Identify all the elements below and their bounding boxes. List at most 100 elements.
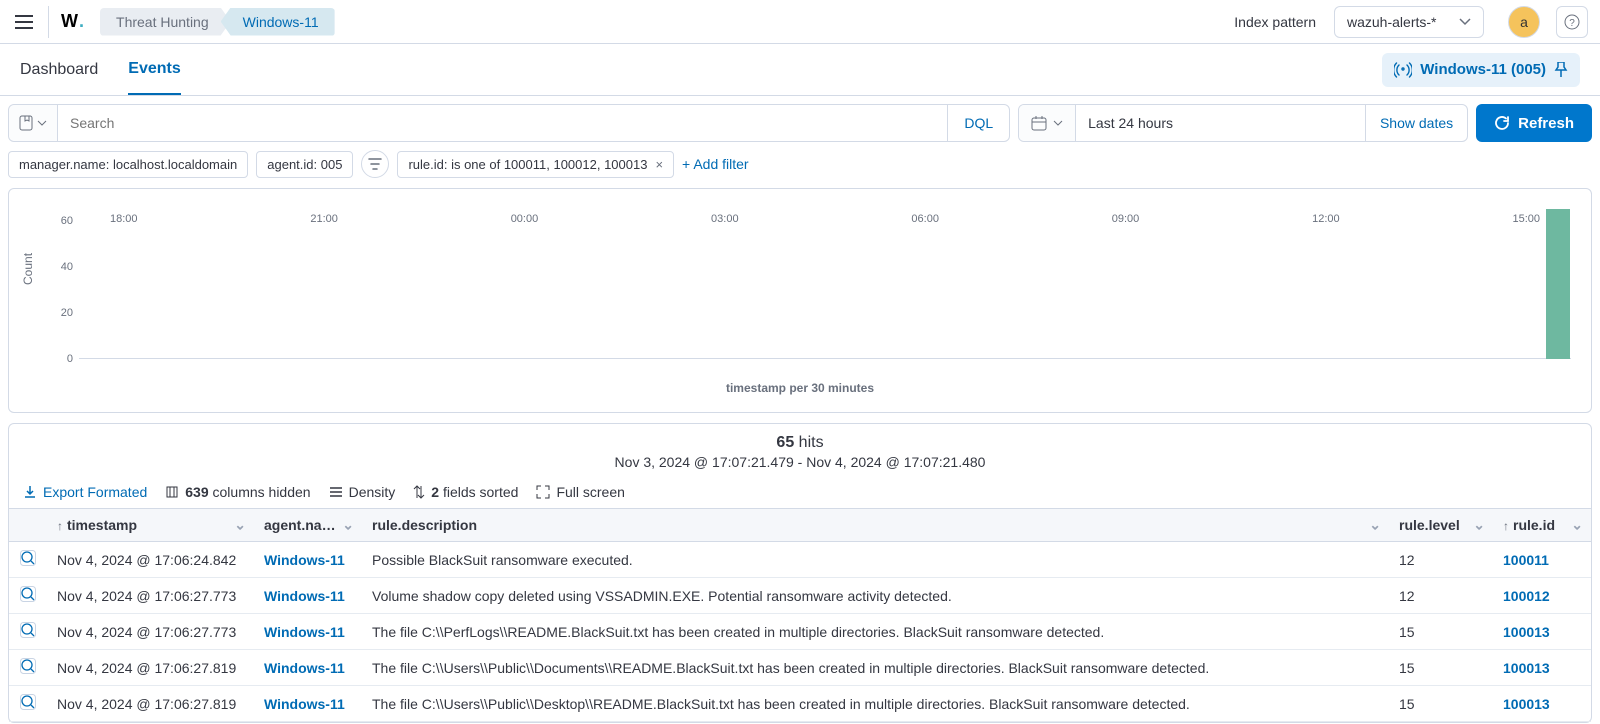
cell-rule-id[interactable]: 100013 bbox=[1493, 614, 1591, 650]
col-rule-id[interactable]: ↑rule.id⌄ bbox=[1493, 509, 1591, 542]
table-row[interactable]: Nov 4, 2024 @ 17:06:27.773Windows-11Volu… bbox=[9, 578, 1591, 614]
inspect-doc-button[interactable] bbox=[9, 686, 47, 722]
tab-events[interactable]: Events bbox=[128, 44, 180, 95]
filter-pill-label: rule.id: is one of 100011, 100012, 10001… bbox=[408, 157, 647, 172]
cell-rule-description: The file C:\\Users\\Public\\Desktop\\REA… bbox=[362, 686, 1389, 722]
chart-x-tick: 06:00 bbox=[911, 213, 939, 225]
add-filter-button[interactable]: + Add filter bbox=[682, 156, 749, 172]
density-button[interactable]: Density bbox=[329, 484, 396, 500]
cell-agent-name[interactable]: Windows-11 bbox=[254, 650, 362, 686]
full-screen-button[interactable]: Full screen bbox=[536, 484, 624, 500]
help-icon: ? bbox=[1564, 14, 1580, 30]
table-toolbar: Export Formated 639 columns hidden Densi… bbox=[9, 478, 1591, 508]
columns-icon bbox=[165, 485, 179, 499]
index-pattern-select[interactable]: wazuh-alerts-* bbox=[1334, 6, 1484, 38]
help-button[interactable]: ? bbox=[1556, 6, 1588, 38]
cell-timestamp: Nov 4, 2024 @ 17:06:27.819 bbox=[47, 650, 254, 686]
cell-agent-name[interactable]: Windows-11 bbox=[254, 686, 362, 722]
time-picker: Last 24 hours Show dates bbox=[1018, 104, 1468, 142]
cell-agent-name[interactable]: Windows-11 bbox=[254, 614, 362, 650]
breadcrumb-threat-hunting[interactable]: Threat Hunting bbox=[100, 8, 231, 36]
agent-badge[interactable]: Windows-11 (005) bbox=[1382, 53, 1580, 87]
inspect-doc-button[interactable] bbox=[9, 542, 47, 578]
cell-rule-id[interactable]: 100012 bbox=[1493, 578, 1591, 614]
refresh-label: Refresh bbox=[1518, 115, 1574, 132]
tab-dashboard[interactable]: Dashboard bbox=[20, 44, 98, 95]
filter-edit-button[interactable] bbox=[361, 150, 389, 178]
table-row[interactable]: Nov 4, 2024 @ 17:06:27.819Windows-11The … bbox=[9, 650, 1591, 686]
col-agent-name[interactable]: agent.na…⌄ bbox=[254, 509, 362, 542]
cell-rule-description: The file C:\\Users\\Public\\Documents\\R… bbox=[362, 650, 1389, 686]
chart-y-tick: 20 bbox=[61, 307, 73, 319]
filter-bar: manager.name: localhost.localdomain agent… bbox=[8, 142, 1592, 186]
cell-rule-description: The file C:\\PerfLogs\\README.BlackSuit.… bbox=[362, 614, 1389, 650]
chart-x-tick: 00:00 bbox=[511, 213, 539, 225]
filter-pill[interactable]: agent.id: 005 bbox=[256, 151, 353, 178]
filter-options-button[interactable] bbox=[9, 105, 58, 141]
hits-time-range: Nov 3, 2024 @ 17:07:21.479 - Nov 4, 2024… bbox=[9, 454, 1591, 470]
hits-count-number: 65 bbox=[776, 434, 794, 451]
cell-rule-level: 12 bbox=[1389, 542, 1493, 578]
inspect-icon bbox=[20, 658, 36, 674]
chart-y-tick: 40 bbox=[61, 261, 73, 273]
chart-plot-area[interactable]: 020406018:0021:0000:0003:0006:0009:0012:… bbox=[79, 209, 1571, 359]
filter-pill-label: agent.id: 005 bbox=[267, 157, 342, 172]
time-range-display[interactable]: Last 24 hours bbox=[1076, 105, 1365, 141]
search-input[interactable] bbox=[58, 105, 947, 141]
header-divider bbox=[48, 6, 49, 38]
time-quick-select[interactable] bbox=[1019, 105, 1076, 141]
filter-pill[interactable]: rule.id: is one of 100011, 100012, 10001… bbox=[397, 151, 674, 178]
table-row[interactable]: Nov 4, 2024 @ 17:06:24.842Windows-11Poss… bbox=[9, 542, 1591, 578]
pin-icon bbox=[1554, 62, 1568, 78]
chart-x-tick: 03:00 bbox=[711, 213, 739, 225]
table-header-row: ↑timestamp⌄ agent.na…⌄ rule.description⌄… bbox=[9, 509, 1591, 542]
cell-timestamp: Nov 4, 2024 @ 17:06:24.842 bbox=[47, 542, 254, 578]
export-button[interactable]: Export Formated bbox=[23, 484, 147, 500]
col-timestamp[interactable]: ↑timestamp⌄ bbox=[47, 509, 254, 542]
refresh-icon bbox=[1494, 115, 1510, 131]
columns-hidden-button[interactable]: 639 columns hidden bbox=[165, 484, 310, 500]
hits-count: 65 hits bbox=[9, 434, 1591, 452]
cell-rule-id[interactable]: 100013 bbox=[1493, 650, 1591, 686]
inspect-icon bbox=[20, 550, 36, 566]
chart-x-tick: 18:00 bbox=[110, 213, 138, 225]
density-icon bbox=[329, 485, 343, 499]
col-rule-description[interactable]: rule.description⌄ bbox=[362, 509, 1389, 542]
cell-agent-name[interactable]: Windows-11 bbox=[254, 542, 362, 578]
close-icon[interactable]: × bbox=[655, 157, 663, 172]
chevron-down-icon bbox=[1053, 120, 1063, 126]
fields-sorted-button[interactable]: 2 fields sorted bbox=[413, 484, 518, 500]
cell-rule-level: 15 bbox=[1389, 614, 1493, 650]
top-header: W. Threat Hunting Windows-11 Index patte… bbox=[0, 0, 1600, 44]
filter-pill-label: manager.name: localhost.localdomain bbox=[19, 157, 237, 172]
wazuh-logo[interactable]: W. bbox=[61, 11, 84, 32]
breadcrumb-windows-11[interactable]: Windows-11 bbox=[221, 8, 335, 36]
inspect-icon bbox=[20, 694, 36, 710]
hits-header: 65 hits Nov 3, 2024 @ 17:07:21.479 - Nov… bbox=[9, 424, 1591, 478]
breadcrumb: Threat Hunting Windows-11 bbox=[100, 8, 335, 36]
hamburger-menu-button[interactable] bbox=[12, 10, 36, 34]
cell-rule-id[interactable]: 100013 bbox=[1493, 686, 1591, 722]
chart-x-tick: 12:00 bbox=[1312, 213, 1340, 225]
inspect-doc-button[interactable] bbox=[9, 578, 47, 614]
col-rule-level[interactable]: rule.level⌄ bbox=[1389, 509, 1493, 542]
table-row[interactable]: Nov 4, 2024 @ 17:06:27.819Windows-11The … bbox=[9, 686, 1591, 722]
refresh-button[interactable]: Refresh bbox=[1476, 104, 1592, 142]
cell-rule-id[interactable]: 100011 bbox=[1493, 542, 1591, 578]
show-dates-button[interactable]: Show dates bbox=[1365, 105, 1467, 141]
index-pattern-value: wazuh-alerts-* bbox=[1347, 14, 1436, 30]
chart-bar[interactable] bbox=[1546, 209, 1570, 359]
user-avatar[interactable]: a bbox=[1508, 6, 1540, 38]
chart-x-tick: 09:00 bbox=[1112, 213, 1140, 225]
cell-agent-name[interactable]: Windows-11 bbox=[254, 578, 362, 614]
chart-x-axis bbox=[79, 358, 1571, 359]
chart-x-axis-label: timestamp per 30 minutes bbox=[29, 381, 1571, 395]
dql-toggle[interactable]: DQL bbox=[947, 105, 1009, 141]
table-row[interactable]: Nov 4, 2024 @ 17:06:27.773Windows-11The … bbox=[9, 614, 1591, 650]
chart-y-tick: 60 bbox=[61, 215, 73, 227]
index-pattern-label: Index pattern bbox=[1234, 14, 1316, 30]
inspect-doc-button[interactable] bbox=[9, 614, 47, 650]
filter-pill[interactable]: manager.name: localhost.localdomain bbox=[8, 151, 248, 178]
inspect-icon bbox=[20, 622, 36, 638]
inspect-doc-button[interactable] bbox=[9, 650, 47, 686]
